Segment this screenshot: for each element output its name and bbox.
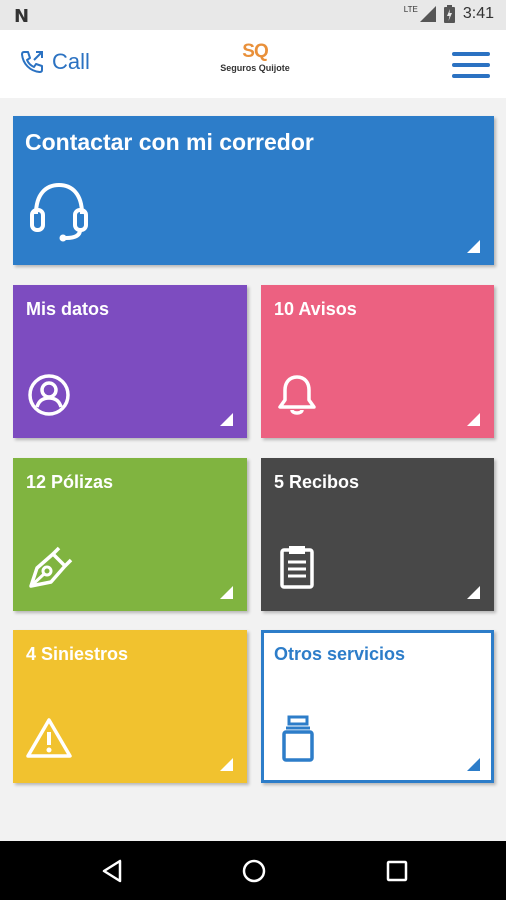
logo-mark: SQ <box>242 41 268 62</box>
corner-triangle-icon <box>220 413 233 426</box>
tile-otros-servicios-label: Otros servicios <box>274 644 406 664</box>
tile-contact-broker[interactable]: Contactar con mi corredor <box>13 116 494 265</box>
tile-siniestros[interactable]: 4 Siniestros <box>13 630 247 783</box>
corner-triangle-icon <box>467 586 480 599</box>
back-icon[interactable] <box>98 857 126 885</box>
notification-icon: N <box>14 6 30 27</box>
network-type: LTE <box>403 4 418 14</box>
logo: SQ Seguros Quijote <box>205 42 305 86</box>
hamburger-menu-icon[interactable] <box>452 52 490 78</box>
phone-call-icon <box>21 51 43 73</box>
tile-polizas-label: 12 Pólizas <box>26 472 114 492</box>
tile-mis-datos-label: Mis datos <box>26 299 110 319</box>
tile-avisos[interactable]: 10 Avisos <box>261 285 494 438</box>
headset-icon <box>30 182 88 242</box>
signal-icon <box>419 6 436 22</box>
app-header: Call SQ Seguros Quijote <box>0 30 506 98</box>
tile-avisos-label: 10 Avisos <box>274 299 357 319</box>
tile-recibos-label: 5 Recibos <box>274 472 360 492</box>
recents-icon[interactable] <box>383 857 411 885</box>
tile-otros-servicios[interactable]: Otros servicios <box>261 630 494 783</box>
clipboard-icon <box>280 546 314 589</box>
warning-icon <box>26 718 72 758</box>
status-icons: LTE 3:41 <box>404 5 494 23</box>
call-button[interactable]: Call <box>18 48 90 76</box>
tile-mis-datos[interactable]: Mis datos <box>13 285 247 438</box>
pen-nib-icon <box>29 546 73 588</box>
status-bar: N LTE 3:41 <box>0 0 506 30</box>
tile-contact-broker-label: Contactar con mi corredor <box>25 129 314 155</box>
clock: 3:41 <box>462 5 494 22</box>
tile-polizas[interactable]: 12 Pólizas <box>13 458 247 611</box>
corner-triangle-icon <box>220 758 233 771</box>
corner-triangle-icon <box>220 586 233 599</box>
tile-siniestros-label: 4 Siniestros <box>26 644 129 664</box>
corner-triangle-icon <box>467 758 480 771</box>
navigation-bar <box>0 841 506 900</box>
corner-triangle-icon <box>467 240 480 253</box>
jar-icon <box>282 715 314 762</box>
corner-triangle-icon <box>467 413 480 426</box>
call-label: Call <box>52 49 90 74</box>
tile-recibos[interactable]: 5 Recibos <box>261 458 494 611</box>
battery-icon <box>443 5 455 23</box>
logo-name: Seguros Quijote <box>220 63 290 73</box>
user-circle-icon <box>28 374 70 416</box>
bell-icon <box>278 375 316 415</box>
home-icon[interactable] <box>240 857 268 885</box>
